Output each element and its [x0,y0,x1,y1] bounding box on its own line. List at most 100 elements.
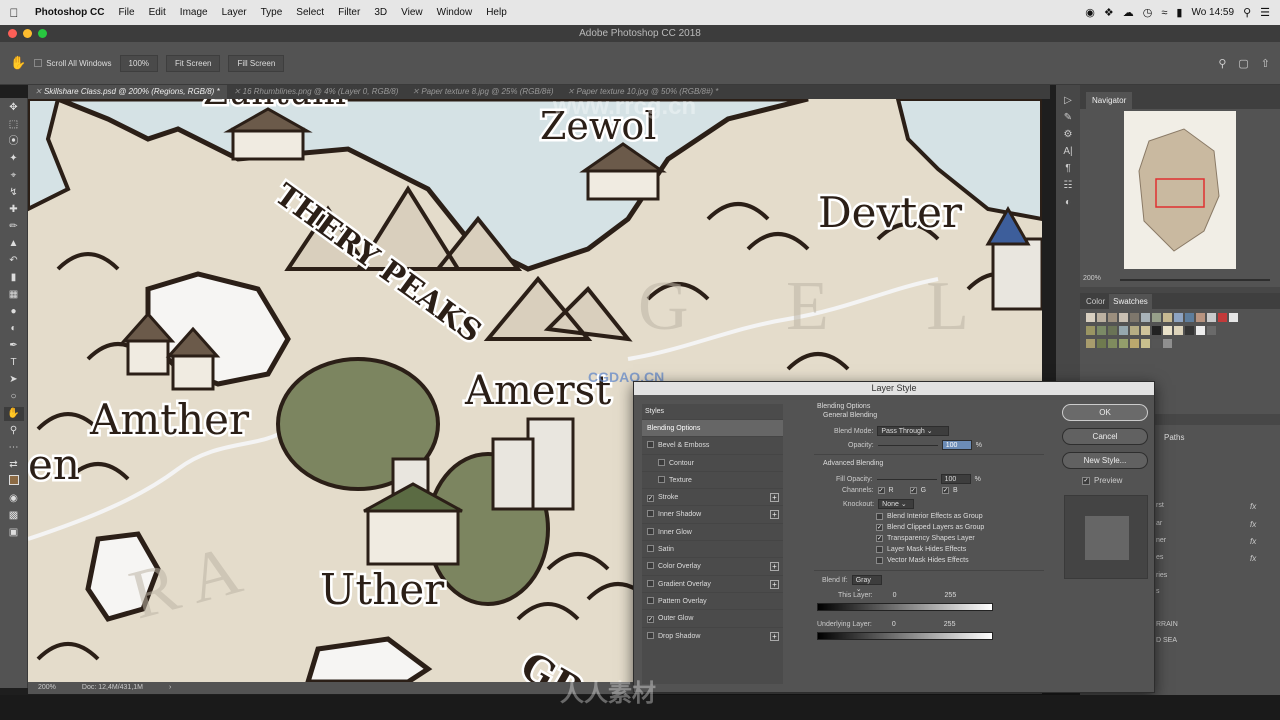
menu-edit[interactable]: Edit [142,7,173,18]
opacity-slider[interactable] [877,444,938,446]
preview-checkbox-row[interactable]: ✓ Preview [1062,476,1150,485]
blend-mode-select[interactable]: Pass Through ⌄ [877,426,950,436]
style-checkbox[interactable] [647,631,654,639]
adv-check-row[interactable]: ✓ Transparency Shapes Layer [876,535,975,542]
cloud-icon[interactable]: ☁ [1123,6,1134,19]
search-icon[interactable]: ⚲ [1243,6,1251,19]
healing-tool-icon[interactable]: ✚ [4,203,24,217]
fill-opacity-slider[interactable] [876,478,937,480]
doc-tab-paper8[interactable]: ✕ Paper texture 8.jpg @ 25% (RGB/8#) [405,85,560,99]
menubar-clock[interactable]: Wo 14:59 [1191,7,1234,18]
layer-row[interactable]: RRAIN [1156,621,1178,628]
artboard-icon[interactable]: ▣ [4,526,24,540]
fill-opacity-input[interactable]: 100 [940,474,971,484]
dodge-tool-icon[interactable]: ◐ [4,322,24,336]
brush-panel-icon[interactable]: ✎ [1064,112,1072,123]
history-panel-icon[interactable]: ▷ [1064,95,1072,106]
tab-paths[interactable]: Paths [1164,433,1184,442]
fx-icon[interactable]: fx [1250,502,1256,511]
scroll-all-windows-checkbox[interactable]: Scroll All Windows [34,59,112,68]
add-style-icon[interactable]: + [770,631,779,641]
knockout-select[interactable]: None ⌄ [878,499,915,509]
layer-row[interactable]: D SEA [1156,637,1177,644]
adjustments-panel-icon[interactable]: ◐ [1065,197,1071,208]
pen-tool-icon[interactable]: ✒ [4,339,24,353]
dropbox-icon[interactable]: ❖ [1104,6,1114,19]
fx-icon[interactable]: fx [1250,520,1256,529]
close-window-button[interactable] [8,29,17,38]
style-inner-shadow[interactable]: Inner Shadow + [642,505,783,522]
status-zoom[interactable]: 200% [38,682,56,694]
layer-row[interactable]: rst [1156,502,1164,509]
this-layer-gradient-slider[interactable] [817,603,993,611]
character-panel-icon[interactable]: A| [1063,146,1072,157]
type-tool-icon[interactable]: T [4,356,24,370]
channel-b-checkbox[interactable]: ✓ [942,487,950,494]
zoom-100-button[interactable]: 100% [119,54,159,72]
menu-app-name[interactable]: Photoshop CC [28,7,111,18]
add-style-icon[interactable]: + [770,562,779,572]
adv-checkbox[interactable] [876,513,883,520]
share-icon[interactable]: ⇧ [1261,57,1270,70]
adv-checkbox[interactable]: ✓ [876,524,883,531]
minimize-window-button[interactable] [23,29,32,38]
crop-tool-icon[interactable]: ⌖ [4,169,24,183]
style-color-overlay[interactable]: Color Overlay + [642,557,783,574]
adv-check-row[interactable]: ✓ Blend Clipped Layers as Group [876,524,984,531]
search-icon[interactable]: ⚲ [1218,57,1226,70]
brush-tool-icon[interactable]: ✏ [4,220,24,234]
status-doc-size[interactable]: Doc: 12,4M/431,1M [82,682,143,694]
style-outer-glow[interactable]: ✓ Outer Glow [642,609,783,626]
style-bevel-emboss[interactable]: Bevel & Emboss [642,436,783,453]
style-stroke[interactable]: ✓ Stroke + [642,488,783,505]
zoom-tool-icon[interactable]: ⚲ [4,424,24,438]
fill-screen-button[interactable]: Fill Screen [228,54,285,72]
style-checkbox[interactable] [647,562,654,570]
doc-tab-rhumblines[interactable]: ✕ 16 Rhumblines.png @ 4% (Layer 0, RGB/8… [227,85,406,99]
ok-button[interactable]: OK [1062,404,1148,421]
marquee-tool-icon[interactable]: ⬚ [4,118,24,132]
menu-image[interactable]: Image [173,7,215,18]
preview-checkbox[interactable]: ✓ [1082,476,1090,485]
adv-checkbox[interactable]: ✓ [876,535,883,542]
layer-row[interactable]: es [1156,554,1163,561]
menu-file[interactable]: File [111,7,141,18]
menu-layer[interactable]: Layer [215,7,254,18]
style-drop-shadow[interactable]: Drop Shadow + [642,626,783,644]
style-checkbox[interactable] [658,475,665,483]
menu-select[interactable]: Select [289,7,331,18]
hand-tool-icon[interactable]: ✋ [3,407,24,421]
menu-filter[interactable]: Filter [331,7,367,18]
layer-row[interactable]: s [1156,588,1160,595]
layer-row[interactable]: ar [1156,520,1162,527]
navigator-zoom-slider[interactable] [1120,279,1270,281]
style-inner-glow[interactable]: Inner Glow [642,522,783,540]
lasso-tool-icon[interactable]: ⦿ [4,135,24,149]
fx-icon[interactable]: fx [1250,537,1256,546]
style-checkbox[interactable] [647,510,654,518]
tab-color[interactable]: Color [1086,297,1105,306]
apple-icon[interactable]:  [0,6,28,20]
tab-swatches[interactable]: Swatches [1109,293,1152,309]
color-swatch-icon[interactable] [4,475,24,489]
battery-icon[interactable]: ▮ [1176,6,1182,19]
navigator-thumbnail[interactable] [1124,111,1236,269]
record-icon[interactable]: ◉ [1085,6,1095,19]
paragraph-panel-icon[interactable]: ¶ [1065,163,1070,174]
cancel-button[interactable]: Cancel [1062,428,1148,445]
menu-help[interactable]: Help [479,7,514,18]
more-tools-icon[interactable]: ⋯ [4,441,24,455]
properties-panel-icon[interactable]: ☷ [1064,180,1073,191]
gradient-tool-icon[interactable]: ▦ [4,288,24,302]
fx-icon[interactable]: fx [1250,554,1256,563]
style-texture[interactable]: Texture [642,470,783,488]
doc-tab-skillshare[interactable]: ✕ Skillshare Class.psd @ 200% (Regions, … [28,85,227,99]
add-style-icon[interactable]: + [770,579,779,589]
swap-colors-icon[interactable]: ⇄ [4,458,24,472]
adjust-panel-icon[interactable]: ⚙ [1064,129,1073,140]
adv-checkbox[interactable] [876,557,883,564]
underlying-layer-gradient-slider[interactable] [817,632,993,640]
tab-navigator[interactable]: Navigator [1086,92,1133,109]
history-brush-icon[interactable]: ↶ [4,254,24,268]
quick-mask-icon[interactable]: ◉ [4,492,24,506]
